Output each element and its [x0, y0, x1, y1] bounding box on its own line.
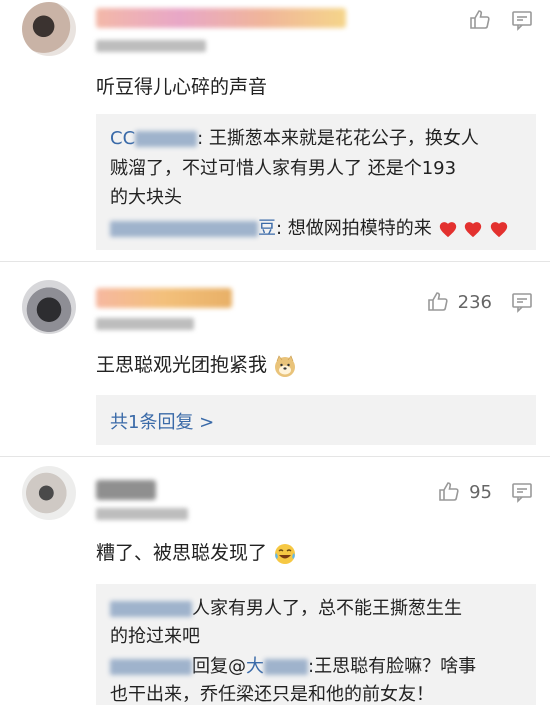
comment-actions: 236 — [426, 290, 534, 314]
divider — [0, 261, 550, 262]
username-blurred[interactable] — [96, 8, 346, 28]
reply-line: 的抢过来吧 — [110, 626, 200, 647]
avatar[interactable] — [22, 280, 76, 334]
avatar[interactable] — [22, 2, 76, 56]
doge-emoji-icon — [275, 354, 296, 377]
comment-text: 糟了、被思聪发现了 — [96, 538, 297, 566]
reply-box[interactable]: 共1条回复 > — [96, 395, 536, 445]
reply-username[interactable]: CC — [110, 128, 135, 149]
comment-actions: 95 — [437, 480, 534, 504]
comment-3: 95 糟了、被思聪发现了 人家有男人了，总不能王撕葱生生 的抢过来吧 回复@大:… — [0, 462, 550, 705]
comment-icon[interactable] — [510, 290, 534, 314]
like-count: 236 — [457, 291, 492, 313]
username-blurred[interactable] — [110, 601, 192, 617]
reply-line: 贼溜了，不过可惜人家有男人了 还是个193 — [110, 158, 457, 179]
heart-icon — [439, 222, 456, 238]
username-blurred[interactable] — [264, 659, 308, 675]
username-blurred[interactable] — [110, 221, 258, 237]
comment-text: 王思聪观光团抱紧我 — [96, 350, 297, 378]
reply-username[interactable]: 大 — [246, 656, 264, 677]
comment-2: 236 王思聪观光团抱紧我 共1条回复 > — [0, 270, 550, 457]
reply-line: 豆: 想做网拍模特的来 — [110, 214, 509, 240]
reply-line: 的大块头 — [110, 187, 182, 208]
heart-icon — [490, 222, 508, 238]
thumbs-up-icon[interactable] — [426, 290, 450, 314]
reply-username[interactable]: 豆 — [258, 218, 276, 239]
divider — [0, 456, 550, 457]
reply-line: 也干出来，乔任梁还只是和他的前女友！ — [110, 684, 434, 705]
reply-line: CC: 王撕葱本来就是花花公子，换女人 — [110, 128, 479, 149]
reply-box[interactable]: CC: 王撕葱本来就是花花公子，换女人 贼溜了，不过可惜人家有男人了 还是个19… — [96, 114, 536, 250]
comment-text: 听豆得儿心碎的声音 — [96, 76, 268, 98]
username-blurred[interactable] — [96, 288, 232, 308]
username-blurred[interactable] — [96, 480, 156, 500]
reply-line: 人家有男人了，总不能王撕葱生生 — [110, 594, 462, 620]
comment-icon[interactable] — [510, 8, 534, 32]
reply-line: 回复@大:王思聪有脸嘛？啥事 — [110, 652, 476, 678]
username-blurred[interactable] — [110, 659, 192, 675]
like-count: 95 — [469, 481, 492, 503]
timestamp-blurred — [96, 508, 188, 520]
timestamp-blurred — [96, 318, 194, 330]
reply-box[interactable]: 人家有男人了，总不能王撕葱生生 的抢过来吧 回复@大:王思聪有脸嘛？啥事 也干出… — [96, 584, 536, 705]
thumbs-up-icon[interactable] — [437, 480, 461, 504]
thumbs-up-icon[interactable] — [468, 8, 492, 32]
view-replies-link[interactable]: 共1条回复 > — [110, 408, 214, 434]
comment-icon[interactable] — [510, 480, 534, 504]
timestamp-blurred — [96, 40, 206, 52]
heart-icon — [465, 222, 482, 238]
comment-1: 听豆得儿心碎的声音 CC: 王撕葱本来就是花花公子，换女人 贼溜了，不过可惜人家… — [0, 0, 550, 262]
username-blurred[interactable] — [135, 131, 198, 147]
avatar[interactable] — [22, 466, 76, 520]
comment-actions — [468, 8, 534, 32]
laugh-cry-emoji-icon — [275, 543, 296, 564]
